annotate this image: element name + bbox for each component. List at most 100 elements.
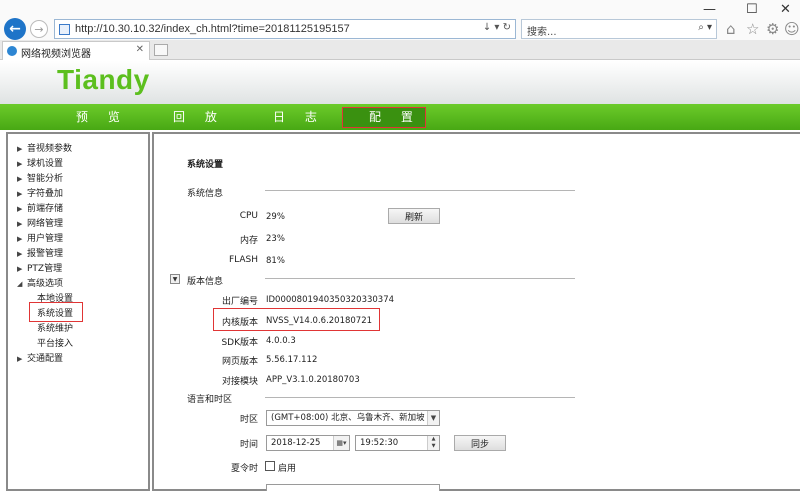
docking-module-value: APP_V3.1.0.20180703 [266,375,360,385]
time-label: 时间 [239,440,258,450]
sdk-version-value: 4.0.0.3 [266,336,296,346]
close-window-button[interactable]: ✕ [780,2,791,17]
docking-module-label: 对接模块 [221,377,258,387]
new-tab-button[interactable] [154,44,168,56]
collapsed-arrow-icon[interactable]: ▶ [17,190,27,198]
web-version-value: 5.56.17.112 [266,355,318,365]
tree-item[interactable]: ▶ PTZ管理 [17,261,62,274]
collapsed-arrow-icon[interactable]: ▶ [17,235,27,243]
page-title: 系统设置 [187,160,224,170]
collapsed-arrow-icon[interactable]: ▶ [17,145,27,153]
collapsed-arrow-icon[interactable]: ▶ [17,265,27,273]
collapse-version-icon[interactable]: ▼ [170,274,180,284]
back-arrow-icon: ← [9,21,21,37]
tree-item[interactable]: ▶ 智能分析 [17,171,63,184]
favorites-star-icon[interactable]: ☆ [746,20,759,38]
collapsed-arrow-icon[interactable]: ▶ [17,220,27,228]
browser-tab[interactable]: 网络视频浏览器 ✕ [2,41,150,60]
menu-preview[interactable]: 预 览 [76,104,128,130]
factory-no-label: 出厂编号 [221,297,258,307]
tree-item[interactable]: ◢ 高级选项 [17,276,63,289]
tree-item[interactable]: ▶ 网络管理 [17,216,63,229]
sync-button[interactable]: 同步 [454,435,506,451]
sdk-version-label: SDK版本 [221,338,258,348]
flash-value: 81% [266,256,285,266]
tree-item-label: 用户管理 [27,234,64,244]
app-header: Tiandy [0,61,800,104]
maximize-button[interactable]: ☐ [746,2,758,17]
refresh-button-label: 刷新 [404,212,423,223]
tree-item-label: 高级选项 [27,279,64,289]
tree-child-item[interactable]: 系统维护 [37,321,73,334]
browser-search-box[interactable]: 搜索... ⌕ ▾ [521,19,717,39]
factory-no-value: ID000080194035032033037​4 [266,295,395,305]
tree-item[interactable]: ▶ 球机设置 [17,156,63,169]
divider [265,397,575,398]
date-value: 2018-12-25 [271,438,321,448]
date-picker[interactable]: 2018-12-25 ▦▾ [266,435,350,451]
tree-item-label: 球机设置 [27,159,64,169]
collapsed-arrow-icon[interactable]: ▶ [17,175,27,183]
address-bar[interactable]: http://10.30.10.32/index_ch.html?time=20… [54,19,516,39]
tree-item[interactable]: ▶ 前端存储 [17,201,63,214]
time-spinner[interactable]: 19:52:30 ▲ ▼ [355,435,440,451]
tree-child-item[interactable]: 平台接入 [37,336,73,349]
forward-button[interactable]: → [30,20,48,38]
tree-item-label: PTZ管理 [27,264,63,274]
menu-config[interactable]: 配 置 [342,107,426,128]
web-version-label: 网页版本 [221,357,258,367]
timezone-select[interactable]: (GMT+08:00) 北京、乌鲁木齐、新加坡 ▼ [266,410,440,426]
spinner-arrows-icon: ▲ ▼ [427,436,439,450]
timezone-value: (GMT+08:00) 北京、乌鲁木齐、新加坡 [271,413,425,423]
smiley-feedback-icon[interactable]: ☺ [784,20,800,38]
tree-item-label: 报警管理 [27,249,64,259]
tree-item-label: 网络管理 [27,219,64,229]
forward-arrow-icon: → [34,22,44,36]
flash-label: FLASH [228,255,258,265]
memory-value: 23% [266,234,285,244]
divider [265,190,575,191]
cpu-value: 29% [266,212,285,222]
tab-title: 网络视频浏览器 [21,49,91,60]
collapsed-arrow-icon[interactable]: ▶ [17,160,27,168]
section-language-timezone: 语言和时区 [187,395,233,405]
dst-enable-checkbox[interactable] [265,461,275,471]
menu-log[interactable]: 日 志 [273,104,325,130]
tree-item[interactable]: ▶ 字符叠加 [17,186,63,199]
sync-button-label: 同步 [470,439,489,450]
back-button[interactable]: ← [4,18,26,40]
tree-item-label: 前端存储 [27,204,64,214]
tree-item[interactable]: ▶ 报警管理 [17,246,63,259]
settings-gear-icon[interactable]: ⚙ [766,20,779,38]
tree-item-label: 字符叠加 [27,189,64,199]
tree-item-label: 智能分析 [27,174,64,184]
tree-item[interactable]: ▶ 交通配置 [17,351,63,364]
section-system-info: 系统信息 [187,189,224,199]
tree-item[interactable]: ▶ 用户管理 [17,231,63,244]
expanded-arrow-icon[interactable]: ◢ [17,280,27,288]
address-tools-icon[interactable]: ↓ ▾ ↻ [483,22,511,33]
dst-label: 夏令时 [230,464,258,474]
tree-item-label: 交通配置 [27,354,64,364]
tab-close-icon[interactable]: ✕ [136,44,144,55]
chevron-down-icon: ▼ [427,411,439,425]
search-icon[interactable]: ⌕ ▾ [698,22,712,33]
collapsed-arrow-icon[interactable]: ▶ [17,355,27,363]
tree-item-label: 音视频参数 [27,144,73,154]
address-text[interactable]: http://10.30.10.32/index_ch.html?time=20… [75,23,350,35]
tree-item[interactable]: ▶ 音视频参数 [17,141,72,154]
timezone-label: 时区 [239,415,258,425]
menu-playback[interactable]: 回 放 [173,104,225,130]
partial-select[interactable] [266,484,440,491]
tab-favicon-icon [7,46,17,56]
page-icon [59,24,70,35]
home-icon[interactable]: ⌂ [726,20,736,38]
kernel-version-label: 内核版本 [221,318,258,328]
tiandy-logo: Tiandy [57,64,150,95]
refresh-button[interactable]: 刷新 [388,208,440,224]
collapsed-arrow-icon[interactable]: ▶ [17,250,27,258]
search-placeholder: 搜索... [527,27,557,38]
browser-chrome: — ☐ ✕ ← → http://10.30.10.32/index_ch.ht… [0,0,800,60]
collapsed-arrow-icon[interactable]: ▶ [17,205,27,213]
minimize-button[interactable]: — [703,2,716,17]
